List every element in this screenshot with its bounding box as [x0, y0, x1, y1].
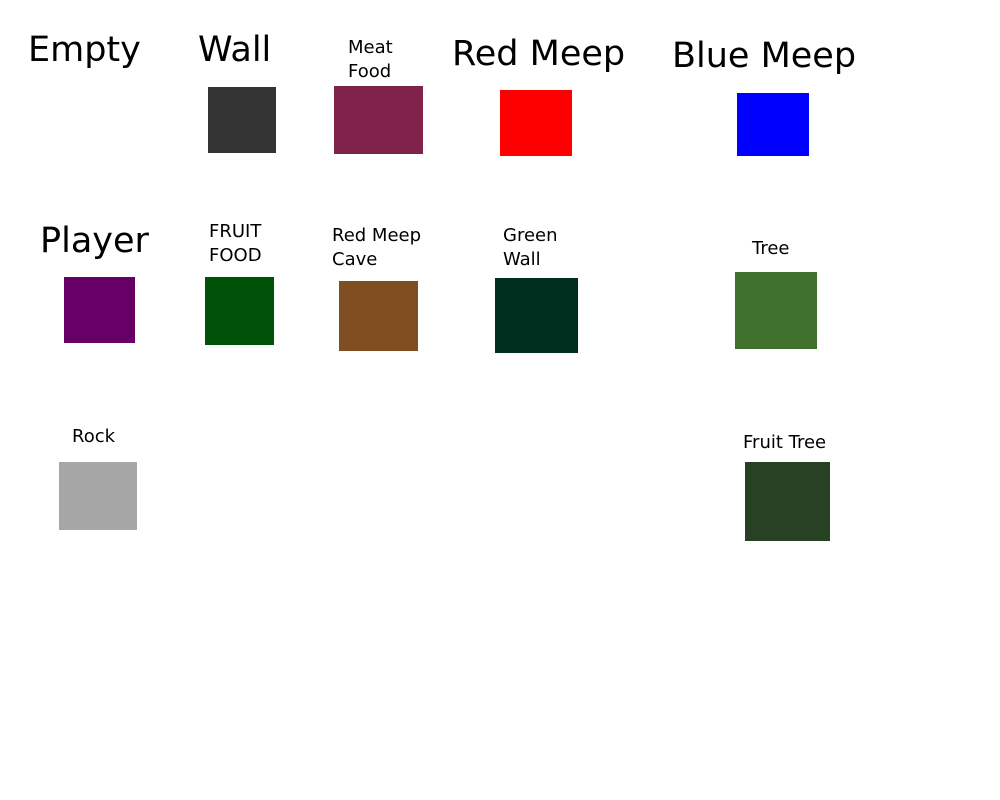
green-wall-label: Green Wall — [503, 225, 558, 270]
rock-swatch — [59, 462, 137, 530]
red-meep-label: Red Meep — [452, 34, 626, 74]
blue-meep-swatch — [737, 93, 809, 156]
tree-label: Tree — [752, 238, 790, 259]
tree-swatch — [735, 272, 817, 349]
meat-food-label: Meat Food — [348, 37, 393, 82]
green-wall-swatch — [495, 278, 578, 353]
meat-food-swatch — [334, 86, 423, 154]
fruit-food-swatch — [205, 277, 274, 345]
player-swatch — [64, 277, 135, 343]
wall-swatch — [208, 87, 276, 153]
fruit-food-label: FRUIT FOOD — [209, 221, 262, 266]
red-meep-cave-swatch — [339, 281, 418, 351]
player-label: Player — [40, 221, 149, 261]
empty-label: Empty — [28, 30, 141, 70]
blue-meep-label: Blue Meep — [672, 36, 857, 76]
red-meep-swatch — [500, 90, 572, 156]
wall-label: Wall — [198, 30, 272, 70]
red-meep-cave-label: Red Meep Cave — [332, 225, 422, 270]
tile-legend-canvas: { "tiles": { "empty": { "label": "Empty"… — [0, 0, 1000, 800]
fruit-tree-swatch — [745, 462, 830, 541]
fruit-tree-label: Fruit Tree — [743, 432, 827, 453]
rock-label: Rock — [72, 426, 116, 447]
